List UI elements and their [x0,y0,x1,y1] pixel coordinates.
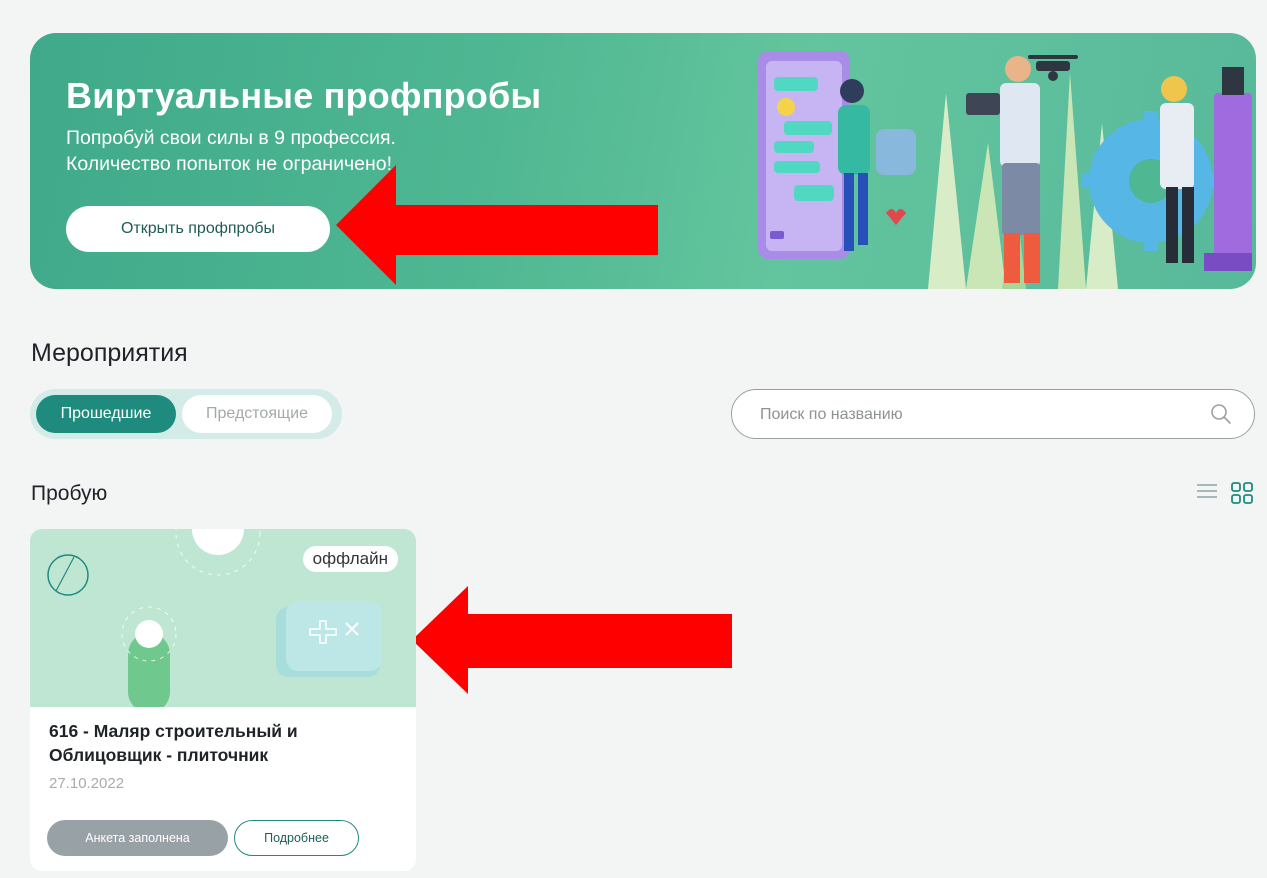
format-badge: оффлайн [302,546,398,572]
event-title-line: Облицовщик - плиточник [49,745,269,765]
search-box [731,389,1255,439]
questionnaire-status-button: Анкета заполнена [47,820,228,856]
arrow-pointing-event-card [412,586,732,694]
phone-illustration [758,51,850,259]
drone-illustration [1028,55,1078,81]
event-title: 616 - Маляр строительный и Облицовщик - … [49,719,389,767]
events-filter-tabs: Прошедшие Предстоящие [30,389,342,439]
list-view-icon[interactable] [1196,481,1218,510]
search-icon[interactable] [1210,403,1232,425]
open-profprobes-button[interactable]: Открыть профпробы [66,206,330,252]
view-toggle [1196,481,1254,510]
banner-title: Виртуальные профпробы [66,75,542,116]
banner-subtitle-line: Попробуй свои силы в 9 профессия. [66,127,396,149]
banner-illustration [758,51,1252,289]
card-cover-image: оффлайн [30,529,416,713]
event-date: 27.10.2022 [49,775,125,792]
search-input[interactable] [758,402,1182,428]
event-card[interactable]: оффлайн 616 - Маляр строительный и Облиц… [30,529,416,871]
tab-upcoming[interactable]: Предстоящие [182,395,332,433]
group-title: Пробую [31,482,108,505]
tab-past[interactable]: Прошедшие [36,395,176,433]
details-button[interactable]: Подробнее [234,820,359,856]
grid-view-icon[interactable] [1230,481,1254,510]
arrow-pointing-banner-button [336,165,658,285]
events-section-title: Мероприятия [31,339,188,367]
event-title-line: 616 - Маляр строительный и [49,721,298,741]
